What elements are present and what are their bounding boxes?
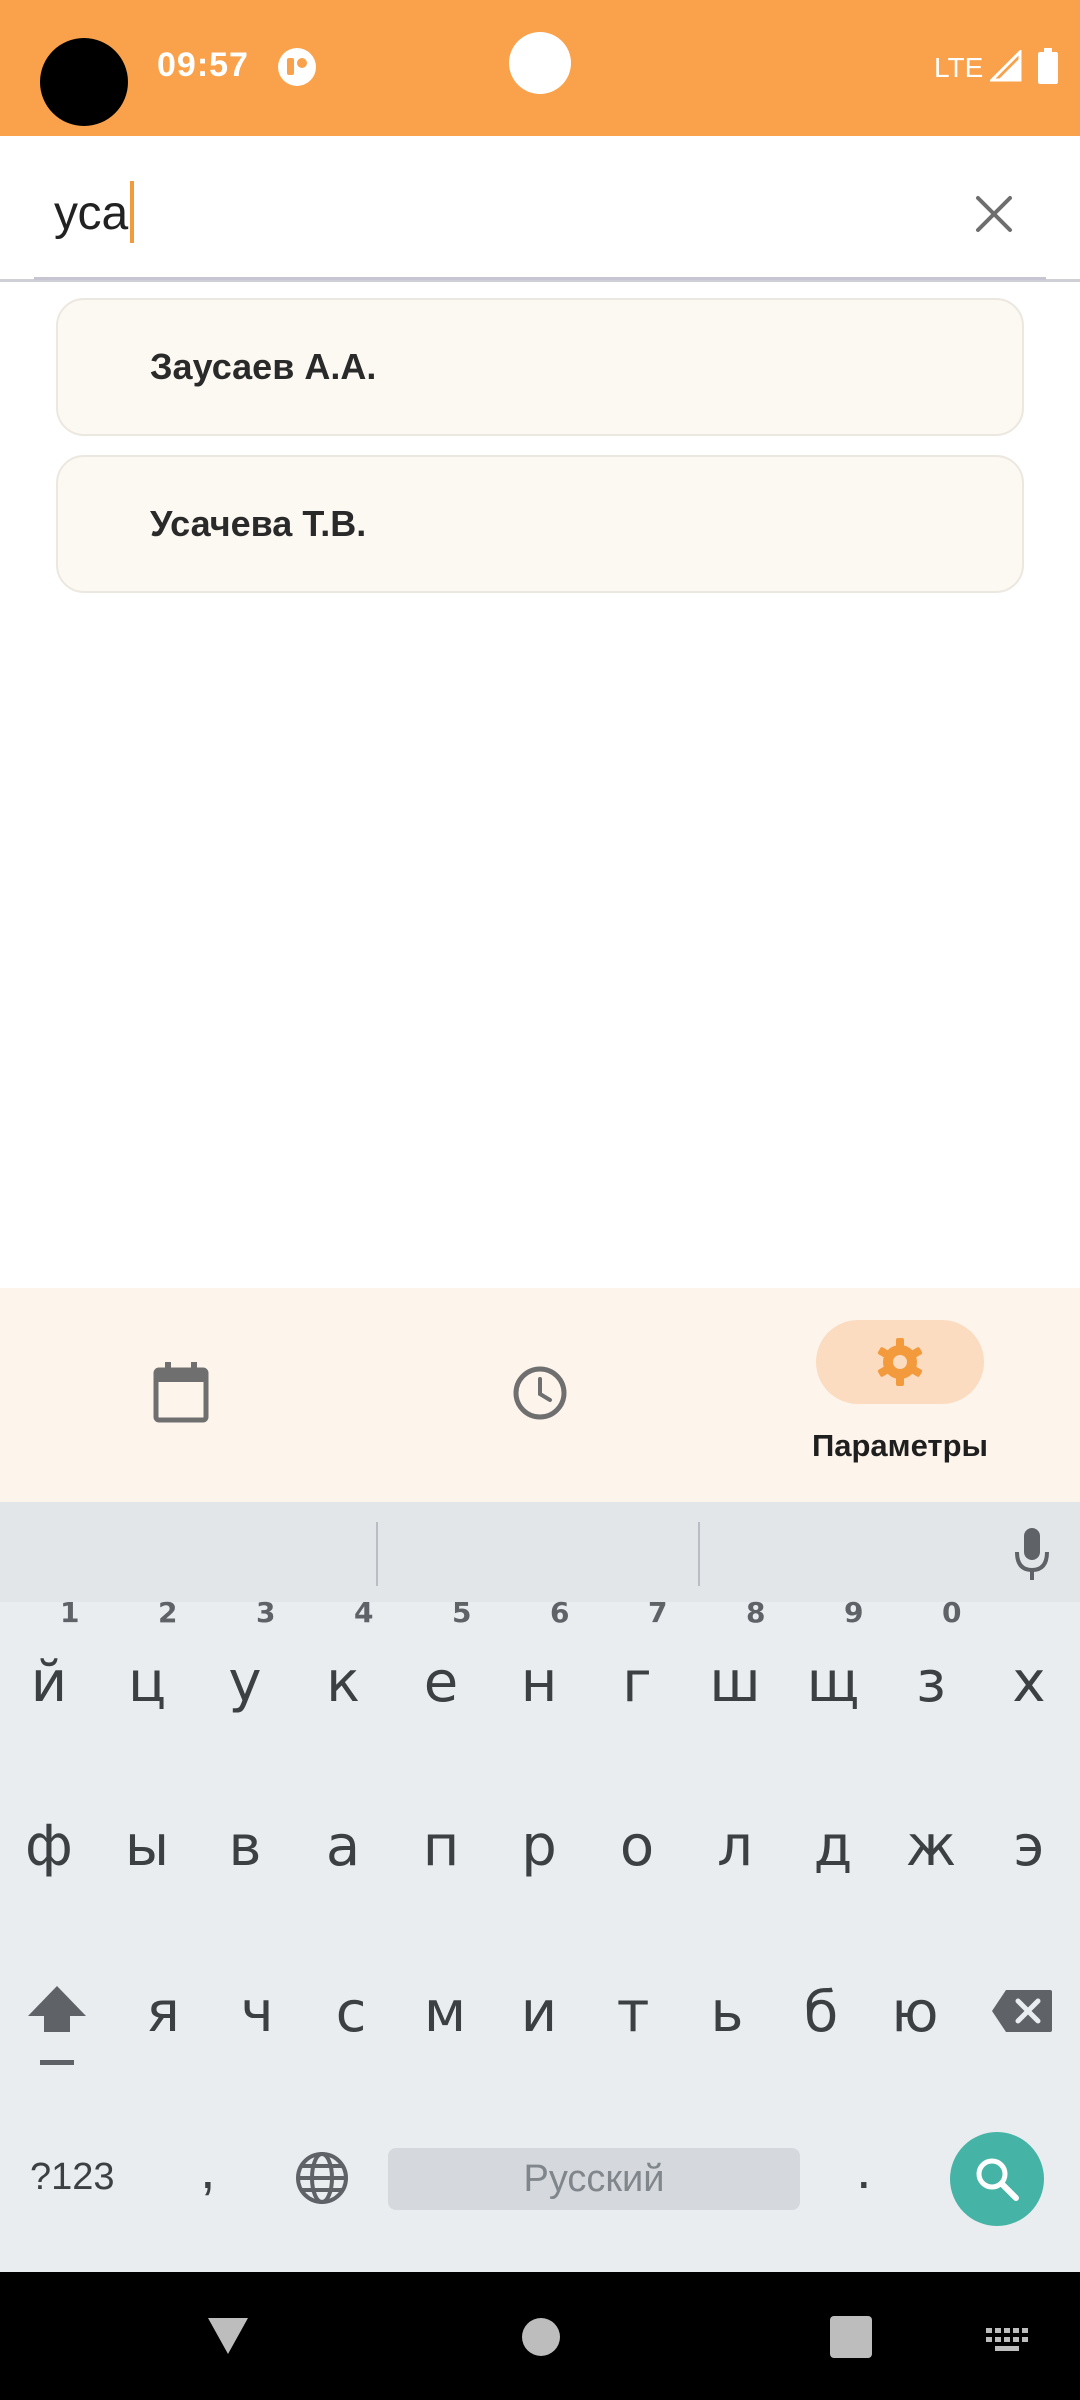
search-underline <box>34 277 1046 280</box>
key[interactable]: х <box>980 1650 1078 1715</box>
suggestion-divider <box>376 1522 378 1586</box>
notification-app-icon <box>278 48 316 86</box>
key-char: ш <box>709 1650 761 1715</box>
key-char: е <box>423 1650 459 1715</box>
key-hint: 2 <box>158 1596 178 1629</box>
key-char: у <box>228 1650 262 1715</box>
key-hint: 9 <box>844 1596 864 1629</box>
front-camera <box>509 32 571 94</box>
key[interactable]: э <box>980 1814 1078 1879</box>
result-label: Усачева Т.В. <box>150 503 367 544</box>
key[interactable]: я <box>114 1980 212 2045</box>
home-icon[interactable] <box>522 2318 560 2356</box>
key-hint: 8 <box>746 1596 766 1629</box>
result-label: Заусаев А.А. <box>150 346 377 387</box>
keyboard-switch-icon[interactable] <box>986 2328 1030 2352</box>
bottom-navigation: Параметры <box>0 1288 1080 1502</box>
key-hint: 7 <box>648 1596 668 1629</box>
key-char: з <box>916 1650 946 1715</box>
status-time: 09:57 <box>157 46 249 84</box>
key[interactable]: б <box>772 1980 870 2045</box>
key[interactable]: п <box>392 1814 490 1879</box>
search-action-key[interactable] <box>950 2132 1044 2226</box>
key[interactable]: в <box>196 1814 294 1879</box>
key[interactable]: ы <box>98 1814 196 1879</box>
nav-item-settings[interactable]: Параметры <box>760 1288 1040 1502</box>
key-char: н <box>520 1650 558 1715</box>
search-input[interactable]: уса <box>54 181 135 244</box>
clock-icon <box>513 1366 567 1420</box>
key[interactable]: ф <box>0 1814 98 1879</box>
key[interactable]: ю <box>866 1980 964 2045</box>
gear-icon <box>877 1338 923 1386</box>
list-item[interactable]: Заусаев А.А. <box>56 298 1024 436</box>
camera-cutout <box>40 38 128 126</box>
key[interactable]: т <box>584 1980 682 2045</box>
key[interactable]: о <box>588 1814 686 1879</box>
key[interactable]: д <box>784 1814 882 1879</box>
shift-icon[interactable] <box>24 1980 90 2066</box>
back-triangle-icon[interactable] <box>206 2316 250 2356</box>
nav-item-history[interactable] <box>420 1288 660 1502</box>
key-char: х <box>1012 1650 1046 1715</box>
key[interactable]: г7 <box>588 1596 686 1715</box>
key-hint: 5 <box>452 1596 472 1629</box>
nav-item-label: Параметры <box>811 1428 989 1463</box>
text-cursor <box>130 181 135 244</box>
key-hint: 3 <box>256 1596 276 1629</box>
search-icon <box>976 2158 1019 2201</box>
space-key[interactable]: Русский <box>388 2148 800 2210</box>
key-char: ц <box>127 1650 167 1715</box>
key[interactable]: з0 <box>882 1596 980 1715</box>
list-item[interactable]: Усачева Т.В. <box>56 455 1024 593</box>
key-hint: 0 <box>942 1596 962 1629</box>
key[interactable]: к4 <box>294 1596 392 1715</box>
symbols-key[interactable]: ?123 <box>30 2156 115 2199</box>
comma-key[interactable]: , <box>200 2136 216 2201</box>
key[interactable]: щ9 <box>784 1596 882 1715</box>
nav-item-calendar[interactable] <box>60 1288 300 1502</box>
key-char: г <box>622 1650 652 1715</box>
key[interactable]: у3 <box>196 1596 294 1715</box>
signal-icon <box>990 50 1022 82</box>
key[interactable]: л <box>686 1814 784 1879</box>
key[interactable]: ш8 <box>686 1596 784 1715</box>
microphone-icon[interactable] <box>1012 1526 1052 1582</box>
globe-icon[interactable] <box>294 2150 350 2206</box>
key-char: й <box>30 1650 68 1715</box>
key[interactable]: ь <box>678 1980 776 2045</box>
key-hint: 1 <box>60 1596 80 1629</box>
key-hint: 6 <box>550 1596 570 1629</box>
key[interactable]: ч <box>208 1980 306 2045</box>
recents-icon[interactable] <box>830 2316 872 2358</box>
period-key[interactable]: . <box>856 2136 872 2201</box>
suggestion-strip <box>0 1502 1080 1602</box>
key-char: щ <box>806 1650 860 1715</box>
key-char: к <box>326 1650 360 1715</box>
key[interactable]: м <box>396 1980 494 2045</box>
backspace-icon[interactable] <box>990 1988 1054 2034</box>
suggestion-divider <box>698 1522 700 1586</box>
key[interactable]: й1 <box>0 1596 98 1715</box>
key[interactable]: ж <box>882 1814 980 1879</box>
key[interactable]: е5 <box>392 1596 490 1715</box>
key[interactable]: р <box>490 1814 588 1879</box>
network-type: LTE <box>934 52 984 83</box>
calendar-icon <box>153 1362 209 1423</box>
key[interactable]: н6 <box>490 1596 588 1715</box>
close-icon[interactable] <box>968 188 1020 240</box>
system-navigation-bar <box>0 2272 1080 2400</box>
key[interactable]: ц2 <box>98 1596 196 1715</box>
status-bar: 09:57 LTE <box>0 0 1080 136</box>
key-hint: 4 <box>354 1596 374 1629</box>
search-bar: уса <box>0 136 1080 282</box>
key[interactable]: а <box>294 1814 392 1879</box>
search-input-value: уса <box>54 187 129 240</box>
battery-icon <box>1038 48 1058 84</box>
key[interactable]: с <box>302 1980 400 2045</box>
key[interactable]: и <box>490 1980 588 2045</box>
